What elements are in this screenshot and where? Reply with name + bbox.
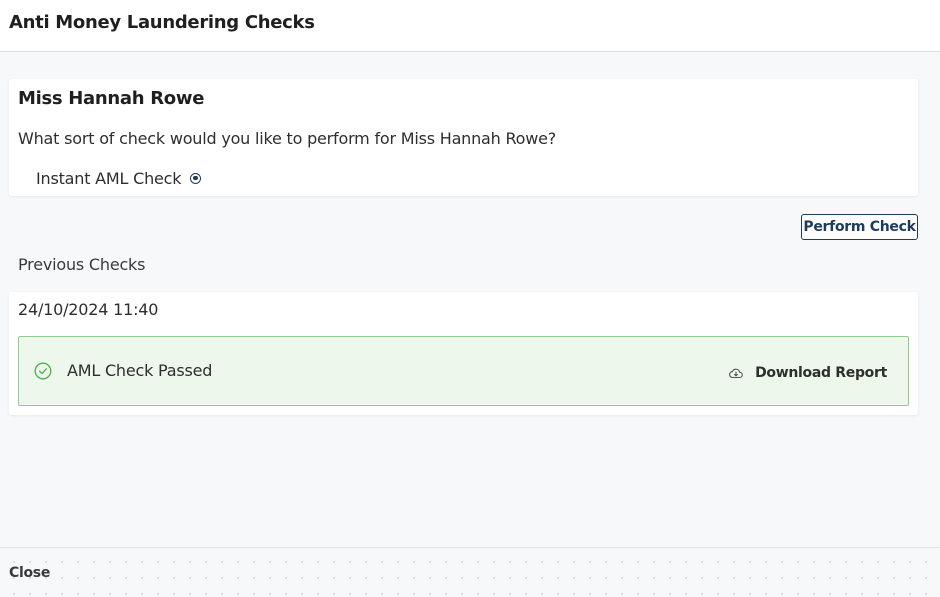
perform-check-button[interactable]: Perform Check [801, 214, 918, 240]
client-name: Miss Hannah Rowe [18, 88, 205, 109]
option-label: Instant AML Check [36, 168, 182, 188]
check-timestamp: 24/10/2024 11:40 [18, 300, 159, 319]
cloud-download-icon [729, 368, 743, 379]
client-card: Miss Hannah Rowe What sort of check woul… [9, 79, 918, 196]
check-status-text: AML Check Passed [67, 361, 213, 380]
download-report-label: Download Report [755, 365, 887, 381]
download-report-button[interactable]: Download Report [729, 363, 887, 383]
previous-checks-heading: Previous Checks [18, 255, 146, 274]
check-result-banner: AML Check Passed Download Report [18, 336, 909, 406]
check-circle-icon [34, 362, 52, 380]
close-button[interactable]: Close [9, 565, 50, 581]
dialog-header: Anti Money Laundering Checks [0, 0, 940, 52]
dialog-footer: Close [0, 547, 940, 597]
check-question: What sort of check would you like to per… [18, 129, 557, 148]
radio-selected-icon[interactable] [190, 172, 202, 184]
previous-check-card: 24/10/2024 11:40 AML Check Passed Downlo… [9, 292, 918, 415]
page-title: Anti Money Laundering Checks [9, 12, 315, 33]
option-instant-aml-check[interactable]: Instant AML Check [36, 168, 202, 188]
